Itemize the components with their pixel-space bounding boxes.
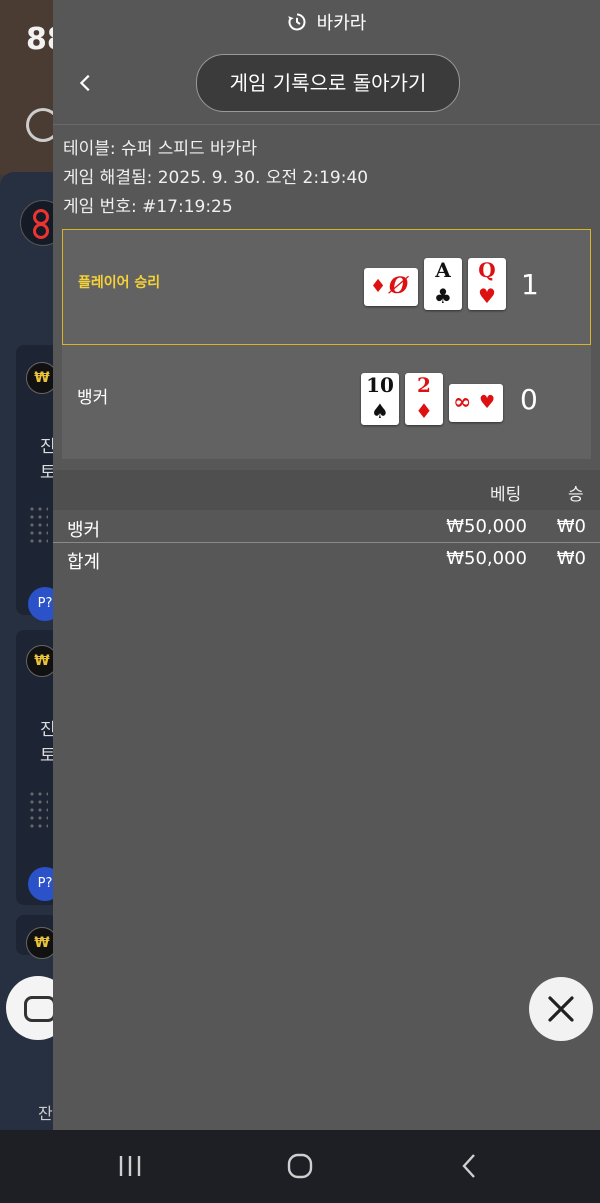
recent-apps-icon [119, 1156, 141, 1176]
diamond-icon: ♦ [415, 399, 433, 423]
bet-amount: ₩50,000 [446, 516, 527, 537]
total-win: ₩0 [556, 548, 586, 569]
return-to-history-button[interactable]: 게임 기록으로 돌아가기 [196, 54, 460, 112]
side-card-glyph: ∞ [453, 389, 472, 415]
game-info: 테이블: 슈퍼 스피드 바카라 게임 해결됨: 2025. 9. 30. 오전 … [53, 125, 600, 222]
heart-icon: ♥ [478, 284, 496, 308]
bet-column-header: 베팅 [490, 485, 522, 505]
banker-label: 뱅커 [77, 388, 109, 408]
game-history-detail-modal: 바카라 게임 기록으로 돌아가기 테이블: 슈퍼 스피드 바카라 게임 해결됨:… [53, 0, 600, 1130]
modal-topbar: 바카라 [53, 0, 600, 44]
banker-card: 2 ♦ [405, 373, 443, 425]
result-panel: 플레이어 승리 ♦ Ø A ♣ Q ♥ 1 뱅커 10 ♠ 2 ♦ ∞ ♥ 0 [62, 229, 591, 459]
bet-name: 뱅커 [67, 520, 101, 541]
table-name: 테이블: 슈퍼 스피드 바카라 [63, 139, 257, 159]
total-label: 합계 [67, 552, 101, 573]
table-total-row: 합계 ₩50,000 ₩0 [53, 544, 600, 574]
bets-table-header: 베팅 승 [53, 470, 600, 510]
resolved-time: 게임 해결됨: 2025. 9. 30. 오전 2:19:40 [63, 168, 369, 188]
diamond-icon: ♦ [370, 276, 387, 297]
banker-side-card: ∞ ♥ [449, 384, 503, 422]
player-win-label: 플레이어 승리 [78, 275, 161, 291]
chevron-left-icon [462, 1154, 475, 1178]
banker-score: 0 [520, 383, 538, 416]
roadmap-dots [28, 790, 48, 830]
win-column-header: 승 [568, 485, 584, 505]
history-icon [287, 13, 306, 31]
chevron-left-icon [79, 74, 90, 92]
side-card-glyph: Ø [389, 273, 409, 299]
heart-icon: ♥ [479, 392, 496, 413]
game-number: 게임 번호: #17:19:25 [63, 197, 233, 217]
player-card: Q ♥ [468, 258, 506, 310]
player-card: A ♣ [424, 258, 462, 310]
win-amount: ₩0 [556, 516, 586, 537]
back-nav-button[interactable] [450, 1150, 490, 1182]
system-navigation-bar [0, 1130, 600, 1203]
total-bet: ₩50,000 [446, 548, 527, 569]
club-icon: ♣ [434, 284, 452, 308]
card-rank: A [435, 258, 451, 282]
home-icon [287, 1153, 313, 1179]
recent-apps-button[interactable] [110, 1150, 150, 1182]
modal-nav-row: 게임 기록으로 돌아가기 [53, 44, 600, 125]
player-score: 1 [521, 268, 539, 301]
close-button[interactable] [529, 977, 593, 1041]
home-button[interactable] [280, 1150, 320, 1182]
spade-icon: ♠ [371, 399, 389, 423]
card-rank: Q [478, 258, 496, 282]
roadmap-dots [28, 505, 48, 545]
modal-title: 바카라 [316, 13, 367, 34]
card-rank: 10 [366, 373, 394, 397]
close-icon [548, 996, 574, 1022]
player-result-row: 플레이어 승리 ♦ Ø A ♣ Q ♥ 1 [62, 229, 591, 345]
table-row: 뱅커 ₩50,000 ₩0 [53, 512, 600, 543]
banker-result-row: 뱅커 10 ♠ 2 ♦ ∞ ♥ 0 [62, 347, 591, 459]
back-button[interactable] [71, 68, 101, 98]
player-side-card: ♦ Ø [364, 268, 418, 306]
banker-card: 10 ♠ [361, 373, 399, 425]
card-rank: 2 [417, 373, 431, 397]
